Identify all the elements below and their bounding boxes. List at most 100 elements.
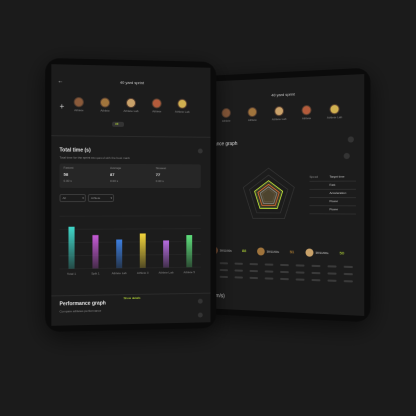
front-tablet-screen: ← 40 yard sprint + Athlete Athlete Athlete… [51,64,211,326]
legend-row: Power [309,206,356,215]
detail-cell [234,269,243,272]
bar-label: Athlete 5 [184,270,196,274]
front-header-title: 40 yard sprint [119,79,145,86]
bar-label: Split 1 [91,271,100,275]
back-tablet: 40 yard sprint Athlete Athlete Athlete Lab… [201,67,371,323]
stat-score: 50 [339,250,345,256]
stat-sub: 0.00 s [63,178,72,183]
bar[interactable] [139,233,147,269]
section-subtitle: Total time for the sprint compared with … [59,155,130,160]
bar[interactable] [163,240,170,268]
detail-cell [343,280,353,283]
expand-icon[interactable] [343,152,350,160]
detail-cell [249,276,259,280]
detail-cell [311,278,321,282]
gridline [59,254,200,255]
legend-value: Target time [329,174,345,179]
detail-cell [327,265,337,268]
more-icon[interactable] [197,148,203,154]
detail-cell [280,270,289,274]
stat-score: 88 [241,248,247,254]
legend-value: Acceleration [329,190,347,195]
filter-chip[interactable]: All [112,121,125,127]
chevron-down-icon: ▾ [110,196,113,201]
filter-dropdown[interactable]: All ▾ [59,193,86,203]
bar-label: Athlete 3 [137,271,149,275]
detail-cell [219,262,229,265]
stat-label: Slowest [155,166,167,171]
gridline [59,229,200,230]
stat-label: Average [110,165,122,170]
athlete-name: Athlete Lab [326,115,343,120]
stat-value: 77 [155,172,161,178]
detail-cell [311,264,321,268]
legend-value: Power [329,207,339,212]
bar[interactable] [115,238,122,268]
stat-score: 51 [289,249,295,255]
detail-cell [327,279,337,282]
athlete-avatar[interactable] [221,107,231,119]
add-athlete-icon[interactable]: + [59,102,64,111]
detail-cell [264,263,274,266]
athlete-name: Athlete [100,108,110,113]
bar-chart: Total 1 Split 1 Athlete Lab Athlete 3 Athlet… [59,212,200,276]
detail-cell [219,275,229,279]
stats-list: Fastest 58 0.00 s Average 87 0.00 s Slowest 77 0… [59,164,200,183]
gridline [59,267,200,269]
athlete-name: Athlete [301,116,312,121]
athlete-avatar[interactable] [151,98,162,109]
detail-cell [234,262,243,265]
detail-cell [343,272,353,276]
detail-cell [264,277,274,280]
front-athlete-row: Athlete Athlete Athlete Lab Athlete Athlete … [51,64,210,114]
stats-card: Fastest 58 0.00 s Average 87 0.00 s Slowest 77 0… [59,163,201,189]
front-tablet: ← 40 yard sprint + Athlete Athlete Athlete… [45,57,217,333]
legend-row: Fast [309,181,356,190]
athlete-avatar[interactable] [274,105,284,117]
legend-row: Acceleration [309,189,356,199]
stat-avatar [257,247,265,256]
stat-label: Fastest [63,165,74,170]
athlete-avatar[interactable] [99,97,111,108]
stat-label: 38/11/00s [315,250,329,256]
expand-icon[interactable] [197,298,203,304]
athlete-name: Athlete Lab [271,116,287,122]
detail-cell [249,269,259,273]
detail-cell [234,276,243,279]
athlete-avatar[interactable] [126,97,136,109]
filter-dropdown[interactable]: Athlete ▾ [87,193,115,203]
show-details-label: Show details [123,295,141,301]
athlete-avatar[interactable] [329,103,340,115]
athlete-name: Athlete [152,109,162,114]
legend-row: Speed Target time [309,173,356,182]
athlete-avatar[interactable] [301,104,312,116]
bar[interactable] [92,235,99,269]
section-title: Total time (s) [59,147,91,154]
athlete-avatar[interactable] [73,97,84,108]
bar[interactable] [68,226,75,269]
filter-label: All [62,196,66,201]
detail-cell [249,263,259,266]
stat-sub: 0.00 s [110,178,119,183]
athlete-avatar[interactable] [247,106,258,118]
gridline [59,241,200,242]
athlete-name: Athlete [221,118,231,123]
stat-label: 38/11/00s [219,248,232,253]
back-tablet-screen: 40 yard sprint Athlete Athlete Athlete Lab… [206,74,365,316]
stat-avatar [305,248,314,257]
radar-legend: Speed Target time Fast Acceleration Power Pow… [309,173,356,215]
detail-cell [280,277,289,281]
back-detail-grid [207,74,364,283]
athlete-avatar[interactable] [177,98,188,109]
more-icon[interactable] [347,136,354,143]
legend-row: Power [309,198,356,207]
divider [51,135,211,138]
bar[interactable] [186,235,193,268]
detail-cell [264,270,274,273]
stat-label: 38/11/00s [266,249,280,254]
bottom-section-title: Performance graph [59,300,106,308]
chevron-down-icon: ▾ [82,196,84,201]
detail-cell [295,271,305,274]
bar-label: Athlete Lab [159,270,174,274]
more-icon[interactable] [197,312,203,318]
